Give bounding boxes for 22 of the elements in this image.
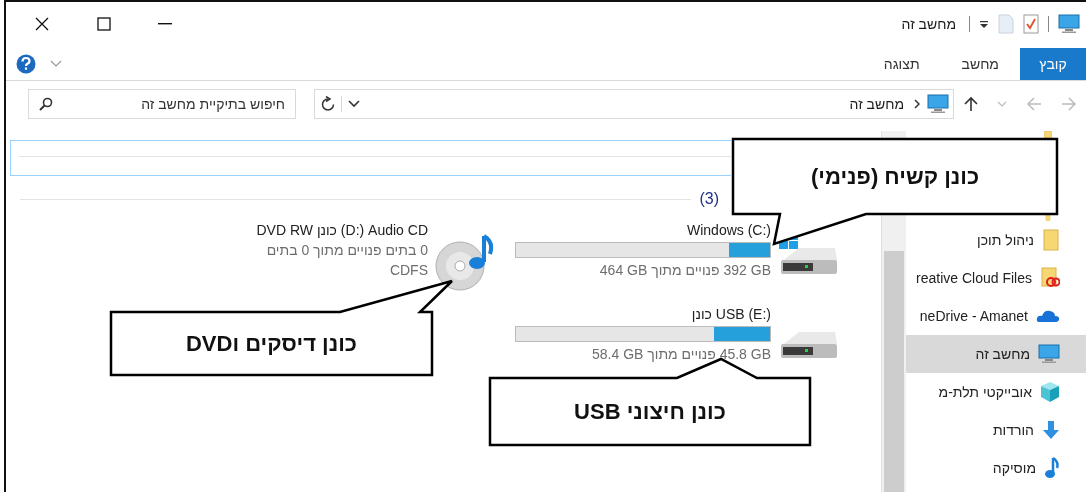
search-field[interactable]: חיפוש בתיקיית מחשב זה: [28, 89, 296, 119]
window-title: מחשב זה: [901, 16, 956, 32]
sidebar-item[interactable]: ניהול תוכן: [906, 221, 1086, 259]
drive-detail-text: CDFS: [389, 262, 428, 278]
callout-text: כונן קשיח (פנימי): [810, 163, 980, 190]
sidebar-item[interactable]: מוסיקה: [906, 449, 1086, 487]
ribbon-tab[interactable]: קובץ: [1020, 48, 1086, 80]
drive-name[interactable]: DVD RW כונן (D:) Audio CD: [256, 222, 428, 238]
ribbon-tab[interactable]: תצוגה: [862, 48, 941, 80]
drive-name[interactable]: כונן USB (E:): [691, 306, 771, 322]
drive-detail-text: 0 בתים פנויים מתוך 0 בתים: [266, 242, 428, 258]
drive-name[interactable]: Windows (C:): [687, 222, 771, 238]
ribbon-tab[interactable]: מחשב: [940, 48, 1020, 80]
sidebar-item[interactable]: הורדות: [906, 411, 1086, 449]
address-path[interactable]: מחשב זה: [849, 96, 904, 112]
sidebar-item[interactable]: אובייקטי תלת-מ: [906, 373, 1086, 411]
callout-text: כונן חיצוני USB: [574, 398, 726, 425]
callout-text: כונן דיסקים וDVD: [186, 330, 358, 357]
section-count[interactable]: (3): [699, 190, 719, 208]
sidebar-item[interactable]: reative Cloud Files: [906, 259, 1086, 297]
sidebar-item[interactable]: מחשב זה: [906, 335, 1086, 373]
sidebar-item[interactable]: neDrive - Amanet: [906, 297, 1086, 335]
